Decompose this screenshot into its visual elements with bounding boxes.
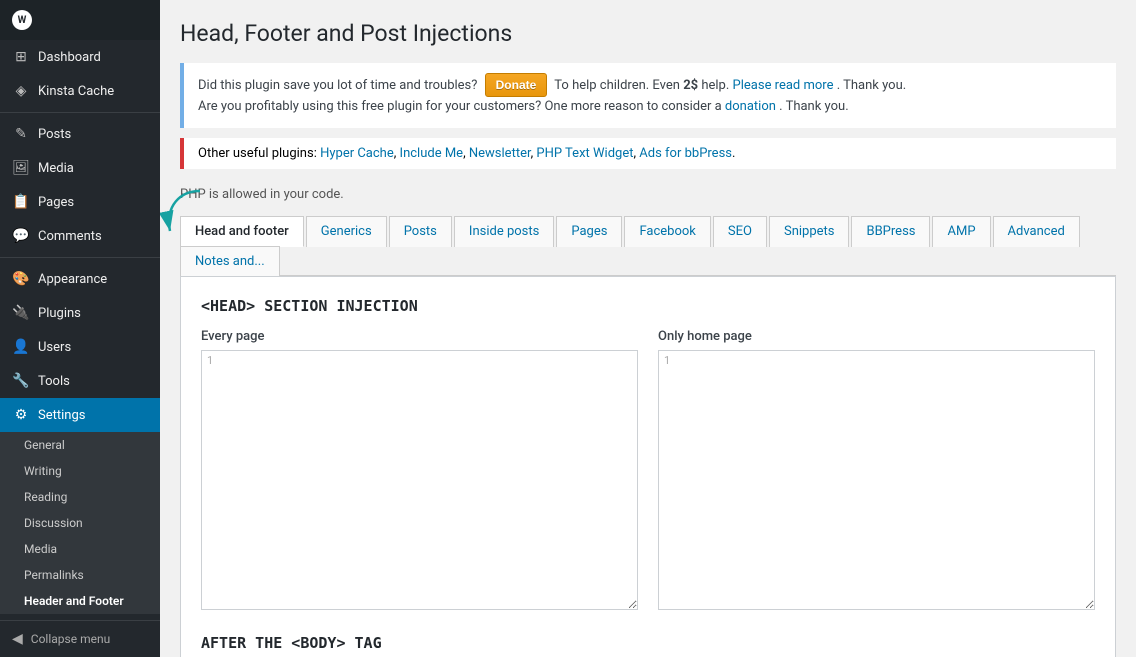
tabs-bar: Head and footer Generics Posts Inside po… — [180, 216, 1116, 276]
after-body-section: AFTER THE <BODY> TAG — [201, 634, 1095, 652]
every-page-col: Every page 1 — [201, 329, 638, 614]
sidebar-label-dashboard: Dashboard — [38, 50, 101, 65]
sidebar-logo: W — [0, 0, 160, 40]
submenu-permalinks[interactable]: Permalinks — [0, 562, 160, 588]
users-icon: 👤 — [12, 338, 30, 356]
link-include-me[interactable]: Include Me — [400, 146, 464, 161]
tab-snippets[interactable]: Snippets — [769, 216, 850, 247]
sidebar-label-plugins: Plugins — [38, 306, 81, 321]
useful-plugins-label: Other useful plugins: — [198, 146, 317, 161]
main-content: Head, Footer and Post Injections Did thi… — [160, 0, 1136, 657]
tab-head-and-footer[interactable]: Head and footer — [180, 216, 304, 247]
sidebar-label-kinsta: Kinsta Cache — [38, 84, 114, 99]
content-area: <HEAD> SECTION INJECTION Every page 1 On… — [180, 276, 1116, 657]
link-ads-bbpress[interactable]: Ads for bbPress — [639, 146, 732, 161]
sidebar-item-plugins[interactable]: 🔌 Plugins — [0, 296, 160, 330]
sidebar-label-comments: Comments — [38, 229, 102, 244]
link-php-text-widget[interactable]: PHP Text Widget — [536, 146, 633, 161]
sidebar-label-users: Users — [38, 340, 71, 355]
tab-amp[interactable]: AMP — [932, 216, 990, 247]
donate-text4: Are you profitably using this free plugi… — [198, 99, 722, 114]
submenu-media[interactable]: Media — [0, 536, 160, 562]
sidebar-label-settings: Settings — [38, 408, 85, 423]
tab-pages[interactable]: Pages — [556, 216, 622, 247]
sidebar-item-media[interactable]: 🖼 Media — [0, 151, 160, 185]
php-notice: PHP is allowed in your code. — [180, 183, 1116, 206]
donate-text-after: To help children. Even — [554, 78, 680, 93]
tab-seo[interactable]: SEO — [713, 216, 767, 247]
tab-generics[interactable]: Generics — [306, 216, 387, 247]
kinsta-icon: ◈ — [12, 82, 30, 100]
sidebar-label-appearance: Appearance — [38, 272, 107, 287]
sidebar-item-users[interactable]: 👤 Users — [0, 330, 160, 364]
collapse-label: Collapse menu — [31, 632, 110, 646]
submenu-header-footer[interactable]: Header and Footer — [0, 588, 160, 614]
sidebar-label-posts: Posts — [38, 127, 71, 142]
sidebar-item-kinsta-cache[interactable]: ◈ Kinsta Cache — [0, 74, 160, 108]
link-newsletter[interactable]: Newsletter — [469, 146, 531, 161]
sidebar-label-media: Media — [38, 161, 74, 176]
posts-icon: ✎ — [12, 125, 30, 143]
page-title: Head, Footer and Post Injections — [180, 20, 1116, 47]
dashboard-icon: ⊞ — [12, 48, 30, 66]
tab-notes[interactable]: Notes and... — [180, 246, 280, 276]
sidebar-item-pages[interactable]: 📋 Pages — [0, 185, 160, 219]
tab-inside-posts[interactable]: Inside posts — [454, 216, 554, 247]
collapse-menu-button[interactable]: ◀ Collapse menu — [0, 620, 160, 657]
submenu-writing[interactable]: Writing — [0, 458, 160, 484]
tab-advanced[interactable]: Advanced — [993, 216, 1080, 247]
please-read-more-link[interactable]: Please read more — [733, 78, 834, 93]
sidebar-item-tools[interactable]: 🔧 Tools — [0, 364, 160, 398]
collapse-arrow-icon: ◀ — [12, 631, 23, 647]
donate-text-before: Did this plugin save you lot of time and… — [198, 78, 477, 93]
submenu-reading[interactable]: Reading — [0, 484, 160, 510]
tab-posts[interactable]: Posts — [389, 216, 452, 247]
donate-text2: help. — [701, 78, 729, 93]
comments-icon: 💬 — [12, 227, 30, 245]
sidebar: W ⊞ Dashboard ◈ Kinsta Cache ✎ Posts 🖼 M… — [0, 0, 160, 657]
arrow-annotation-area: Head and footer Generics Posts Inside po… — [180, 216, 1116, 276]
head-textareas: Every page 1 Only home page 1 — [201, 329, 1095, 614]
sidebar-item-appearance[interactable]: 🎨 Appearance — [0, 262, 160, 296]
wp-logo-icon: W — [12, 10, 32, 30]
tab-bbpress[interactable]: BBPress — [851, 216, 930, 247]
sidebar-label-pages: Pages — [38, 195, 74, 210]
settings-submenu: General Writing Reading Discussion Media… — [0, 432, 160, 614]
submenu-general[interactable]: General — [0, 432, 160, 458]
appearance-icon: 🎨 — [12, 270, 30, 288]
after-body-title: AFTER THE <BODY> TAG — [201, 634, 1095, 652]
only-home-label: Only home page — [658, 329, 1095, 344]
every-page-textarea[interactable] — [201, 350, 638, 610]
tab-facebook[interactable]: Facebook — [624, 216, 710, 247]
only-home-textarea[interactable] — [658, 350, 1095, 610]
donate-text5: . Thank you. — [779, 99, 848, 114]
useful-plugins-notice: Other useful plugins: Hyper Cache, Inclu… — [180, 138, 1116, 169]
sidebar-item-dashboard[interactable]: ⊞ Dashboard — [0, 40, 160, 74]
only-home-wrapper: 1 — [658, 350, 1095, 614]
media-icon: 🖼 — [12, 159, 30, 177]
every-page-label: Every page — [201, 329, 638, 344]
donate-amount: 2$ — [683, 78, 698, 93]
every-page-wrapper: 1 — [201, 350, 638, 614]
link-hyper-cache[interactable]: Hyper Cache — [320, 146, 394, 161]
settings-icon: ⚙ — [12, 406, 30, 424]
sidebar-item-posts[interactable]: ✎ Posts — [0, 117, 160, 151]
sidebar-item-comments[interactable]: 💬 Comments — [0, 219, 160, 253]
head-section-title: <HEAD> SECTION INJECTION — [201, 297, 1095, 315]
tools-icon: 🔧 — [12, 372, 30, 390]
plugins-icon: 🔌 — [12, 304, 30, 322]
donation-link[interactable]: donation — [725, 99, 776, 114]
only-home-col: Only home page 1 — [658, 329, 1095, 614]
donate-text3: . Thank you. — [837, 78, 906, 93]
donate-button[interactable]: Donate — [485, 73, 548, 97]
sidebar-item-settings[interactable]: ⚙ Settings — [0, 398, 160, 432]
submenu-discussion[interactable]: Discussion — [0, 510, 160, 536]
pages-icon: 📋 — [12, 193, 30, 211]
sidebar-label-tools: Tools — [38, 374, 70, 389]
donate-notice: Did this plugin save you lot of time and… — [180, 63, 1116, 128]
